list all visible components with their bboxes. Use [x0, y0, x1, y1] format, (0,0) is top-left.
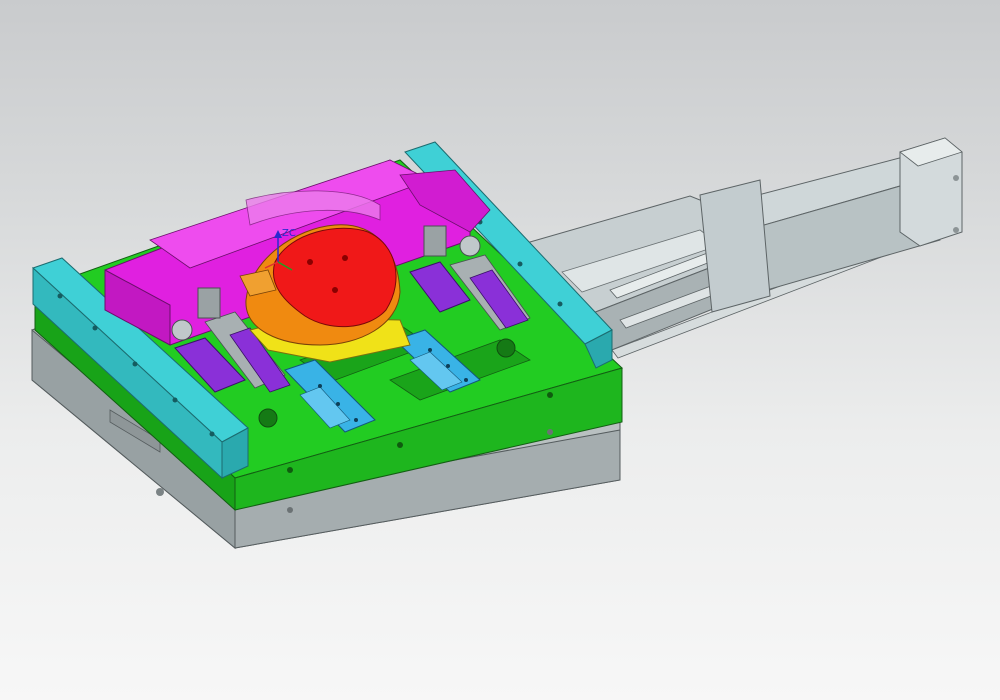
- mold-assembly-3d-model[interactable]: ZC: [0, 0, 1000, 700]
- wcs-zc-label: ZC: [282, 228, 296, 239]
- graphics-viewport[interactable]: ZC: [0, 0, 1000, 700]
- cylinder-end-cap: [899, 137, 963, 247]
